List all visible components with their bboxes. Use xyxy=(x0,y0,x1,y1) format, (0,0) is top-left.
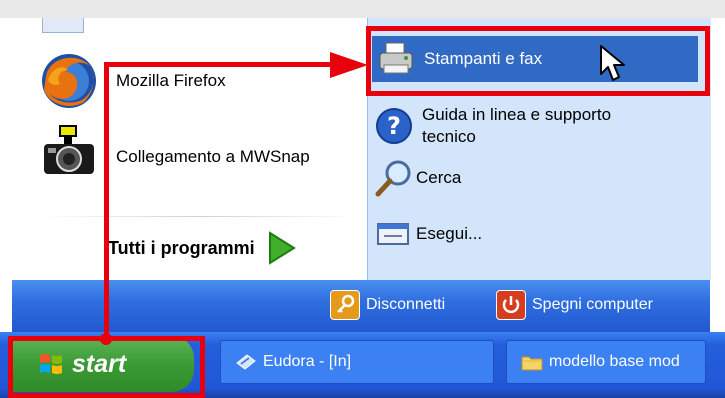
screen-background xyxy=(0,0,725,18)
taskbar-item-label: Eudora - [In] xyxy=(263,353,352,370)
annotation-dot xyxy=(100,333,112,345)
firefox-icon xyxy=(42,54,96,108)
all-programs-button[interactable]: Tutti i programmi xyxy=(108,231,297,265)
taskbar-item-folder[interactable]: modello base mod xyxy=(506,340,706,384)
separator xyxy=(42,216,362,217)
menu-item-label: Cerca xyxy=(416,168,462,187)
folder-icon xyxy=(521,356,543,371)
svg-text:?: ? xyxy=(387,112,401,140)
start-menu-footer: Disconnetti Spegni computer xyxy=(12,280,710,332)
logoff-button[interactable]: Disconnetti xyxy=(330,290,445,320)
green-arrow-icon xyxy=(268,231,296,265)
annotation-line-vertical xyxy=(104,62,109,342)
key-icon xyxy=(330,290,360,320)
annotation-box-printers xyxy=(366,26,710,96)
taskbar-item-label: modello base mod xyxy=(549,353,680,370)
menu-item-label-line1: Guida in linea e supporto xyxy=(422,105,612,124)
annotation-box-start xyxy=(8,336,205,398)
all-programs-label: Tutti i programmi xyxy=(108,237,255,258)
annotation-arrowhead xyxy=(330,52,368,78)
run-icon xyxy=(377,223,409,245)
menu-item-run[interactable]: Esegui... xyxy=(374,214,482,254)
logoff-label: Disconnetti xyxy=(366,296,446,313)
power-icon xyxy=(496,290,526,320)
taskbar-item-eudora[interactable]: Eudora - [In] xyxy=(220,340,494,384)
start-menu-left-pane: Mozilla Firefox Collegamento a MWSnap Tu… xyxy=(12,18,367,280)
shutdown-label: Spegni computer xyxy=(532,296,653,313)
partial-pinned-item[interactable] xyxy=(42,18,84,33)
eudora-icon xyxy=(236,354,256,370)
camera-icon xyxy=(44,125,94,174)
menu-item-help-support[interactable]: ? Guida in linea e supporto tecnico xyxy=(374,104,611,148)
menu-item-label: Collegamento a MWSnap xyxy=(116,147,310,166)
menu-item-label: Esegui... xyxy=(416,224,483,243)
menu-item-label-line2: tecnico xyxy=(422,127,476,146)
search-icon xyxy=(375,160,411,197)
shutdown-button[interactable]: Spegni computer xyxy=(496,290,653,320)
annotation-line-horizontal xyxy=(104,62,334,67)
menu-item-search[interactable]: Cerca xyxy=(374,158,461,198)
help-icon: ? xyxy=(376,108,412,144)
menu-item-label: Mozilla Firefox xyxy=(116,71,226,90)
